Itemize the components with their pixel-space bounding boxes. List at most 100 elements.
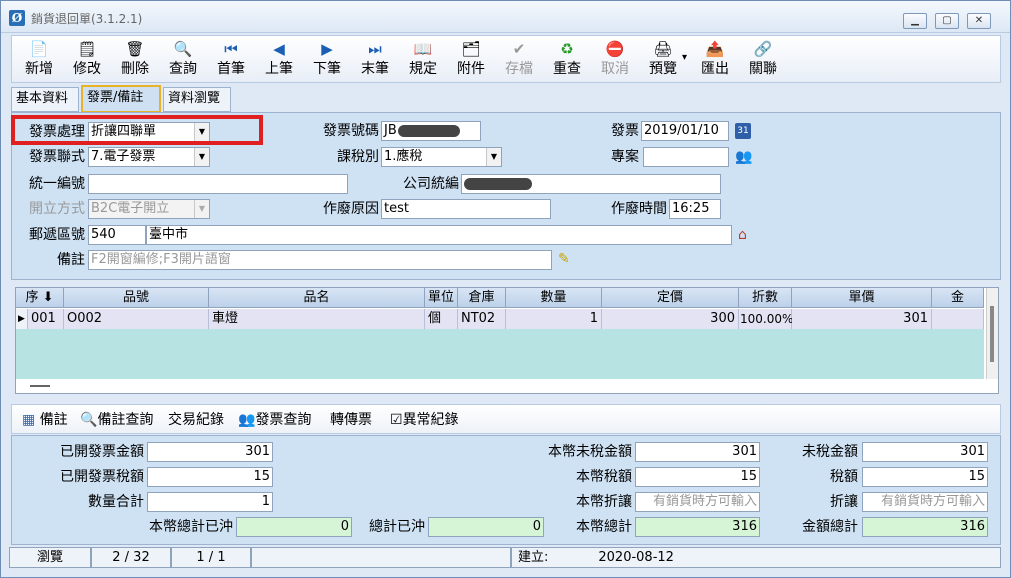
void-reason-input[interactable]: test [381, 199, 551, 219]
col-qty-header[interactable]: 數量 [506, 288, 602, 308]
title-bar: Ø 銷貨退回單(3.1.2.1) ▁ ▢ ✕ [1, 1, 1010, 33]
local-total-offset-field[interactable]: 0 [236, 517, 352, 537]
maximize-button[interactable]: ▢ [935, 13, 959, 29]
rules-button[interactable]: 📖 規定 [400, 38, 446, 82]
grid-horizontal-scroll-thumb[interactable] [30, 385, 50, 387]
sort-down-icon[interactable]: ⬇ [43, 290, 54, 305]
cell-qty[interactable]: 1 [506, 309, 602, 329]
cell-warehouse[interactable]: NT02 [458, 309, 506, 329]
tab-invoice-remark[interactable]: 發票/備註 [81, 85, 161, 113]
status-created: 建立: 2020-08-12 [511, 547, 1001, 568]
delete-label: 刪除 [121, 61, 149, 77]
address-input[interactable]: 臺中市 [146, 225, 732, 245]
status-record: 2 / 32 [91, 547, 171, 568]
col-discount-header[interactable]: 折數 [739, 288, 792, 308]
attachment-button[interactable]: 🗂 附件 [448, 38, 494, 82]
transaction-record-action[interactable]: 交易紀錄 [168, 410, 224, 430]
to-voucher-action[interactable]: 轉傳票 [330, 410, 372, 430]
col-list-price-header[interactable]: 定價 [602, 288, 739, 308]
tax-field[interactable]: 15 [862, 467, 988, 487]
tax-type-select[interactable]: 1.應稅 ▼ [381, 147, 502, 167]
requery-button[interactable]: ♻ 重查 [544, 38, 590, 82]
cell-item-no[interactable]: O002 [64, 309, 209, 329]
link-button[interactable]: 🔗 關聯 [740, 38, 786, 82]
cell-amount[interactable] [932, 309, 984, 329]
void-time-input[interactable]: 16:25 [669, 199, 721, 219]
first-record-button[interactable]: ⏮ 首筆 [208, 38, 254, 82]
next-record-button[interactable]: ▶ 下筆 [304, 38, 350, 82]
query-label: 查詢 [169, 61, 197, 77]
cell-unit-price[interactable]: 301 [792, 309, 932, 329]
company-no-input[interactable] [461, 174, 721, 194]
qty-total-field[interactable]: 1 [147, 492, 273, 512]
tab-data-browse[interactable]: 資料瀏覽 [163, 87, 231, 112]
local-tax-field[interactable]: 15 [635, 467, 760, 487]
query-button[interactable]: 🔍 查詢 [160, 38, 206, 82]
delete-button[interactable]: 🗑 刪除 [112, 38, 158, 82]
preview-dropdown-arrow[interactable]: ▾ [682, 52, 687, 63]
discount-field[interactable]: 有銷貨時方可輸入 [862, 492, 988, 512]
new-button[interactable]: 📄 新增 [16, 38, 62, 82]
tab-basic-info[interactable]: 基本資料 [11, 87, 79, 112]
issued-amount-field[interactable]: 301 [147, 442, 273, 462]
save-button[interactable]: ✔ 存檔 [496, 38, 542, 82]
export-label: 匯出 [701, 61, 729, 77]
invoice-query-action[interactable]: 👥發票查詢 [238, 410, 311, 430]
checkbox-icon: ☑ [390, 412, 403, 428]
issued-tax-field[interactable]: 15 [147, 467, 273, 487]
remark-action[interactable]: ▦ 備註 [22, 410, 68, 430]
cell-list-price[interactable]: 300 [602, 309, 739, 329]
col-seq-header[interactable]: 序 ⬇ [16, 288, 64, 308]
remark-input[interactable]: F2開窗編修;F3開片語窗 [88, 250, 552, 270]
cancel-button[interactable]: ⛔ 取消 [592, 38, 638, 82]
pretax-field[interactable]: 301 [862, 442, 988, 462]
col-item-no-header[interactable]: 品號 [64, 288, 209, 308]
col-item-name-header[interactable]: 品名 [209, 288, 425, 308]
local-total-field[interactable]: 316 [635, 517, 760, 537]
chevron-down-icon[interactable]: ▼ [194, 148, 209, 166]
issue-method-select[interactable]: B2C電子開立 ▼ [88, 199, 210, 219]
printer-icon: 🖨 [653, 40, 673, 58]
home-icon[interactable]: ⌂ [738, 227, 747, 243]
col-warehouse-header[interactable]: 倉庫 [458, 288, 506, 308]
amount-total-field[interactable]: 316 [862, 517, 988, 537]
zip-input[interactable]: 540 [88, 225, 146, 245]
preview-button[interactable]: 🖨 預覽 [640, 38, 686, 82]
grid-vertical-scrollbar[interactable] [986, 288, 998, 379]
cell-item-name[interactable]: 車燈 [209, 309, 425, 329]
local-pretax-field[interactable]: 301 [635, 442, 760, 462]
rules-label: 規定 [409, 61, 437, 77]
invoice-copy-label: 發票聯式 [29, 149, 85, 165]
chevron-down-icon[interactable]: ▼ [486, 148, 501, 166]
chevron-down-icon[interactable]: ▼ [194, 200, 209, 218]
user-lookup-icon[interactable]: 👥 [735, 149, 752, 165]
local-discount-field[interactable]: 有銷貨時方可輸入 [635, 492, 760, 512]
invoice-no-input[interactable]: JB [381, 121, 481, 141]
col-amount-header[interactable]: 金 [932, 288, 984, 308]
calendar-icon[interactable]: 31 [735, 123, 751, 139]
main-window: Ø 銷貨退回單(3.1.2.1) ▁ ▢ ✕ 📄 新增 🗒 修改 🗑 刪除 🔍 查詢 ⏮… [0, 0, 1011, 578]
link-icon: 🔗 [753, 40, 773, 58]
to-voucher-label: 轉傳票 [330, 412, 372, 428]
col-unit-header[interactable]: 單位 [425, 288, 458, 308]
exception-record-action[interactable]: ☑異常紀錄 [390, 410, 459, 430]
export-button[interactable]: 📤 匯出 [692, 38, 738, 82]
last-record-button[interactable]: ⏭ 末筆 [352, 38, 398, 82]
invoice-copy-select[interactable]: 7.電子發票 ▼ [88, 147, 210, 167]
remark-query-action[interactable]: 🔍備註查詢 [80, 410, 153, 430]
cell-seq[interactable]: 001 [28, 309, 64, 329]
edit-pencil-icon[interactable]: ✎ [558, 251, 570, 267]
edit-button[interactable]: 🗒 修改 [64, 38, 110, 82]
qty-total-label: 數量合計 [88, 494, 144, 510]
close-button[interactable]: ✕ [967, 13, 991, 29]
scroll-thumb[interactable] [990, 306, 994, 362]
invoice-no-label: 發票號碼 [323, 123, 379, 139]
col-unit-price-header[interactable]: 單價 [792, 288, 932, 308]
invoice-date-input[interactable]: 2019/01/10 [641, 121, 729, 141]
prev-record-button[interactable]: ◀ 上筆 [256, 38, 302, 82]
project-input[interactable] [643, 147, 729, 167]
minimize-button[interactable]: ▁ [903, 13, 927, 29]
cell-discount[interactable]: 100.00% [739, 309, 793, 329]
cell-unit[interactable]: 個 [425, 309, 458, 329]
unified-no-input[interactable] [88, 174, 348, 194]
